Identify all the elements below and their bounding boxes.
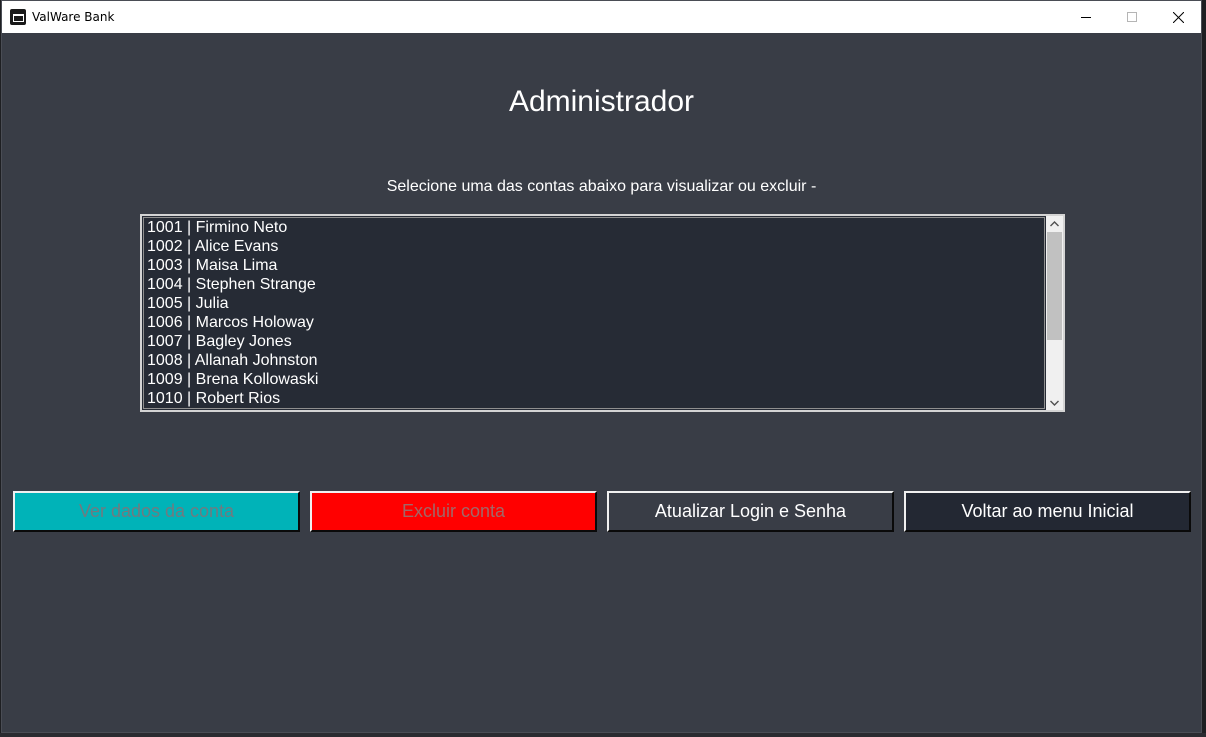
account-list-item[interactable]: 1010 | Robert Rios (144, 389, 1044, 408)
chevron-up-icon (1050, 220, 1059, 226)
accounts-listbox[interactable]: 1001 | Firmino Neto 1002 | Alice Evans 100… (140, 214, 1065, 412)
account-list-item[interactable]: 1002 | Alice Evans (144, 237, 1044, 256)
app-window: ValWare Bank Administrador Selecione uma… (1, 0, 1202, 733)
close-icon (1172, 11, 1184, 23)
account-list-item[interactable]: 1009 | Brena Kollowaski (144, 370, 1044, 389)
window-title: ValWare Bank (32, 10, 115, 24)
scroll-thumb[interactable] (1047, 232, 1062, 340)
close-button[interactable] (1155, 1, 1201, 33)
account-list-item[interactable]: 1006 | Marcos Holoway (144, 313, 1044, 332)
desktop-background (0, 733, 1206, 737)
back-to-menu-button[interactable]: Voltar ao menu Inicial (904, 491, 1191, 532)
account-list-item[interactable]: 1008 | Allanah Johnston (144, 351, 1044, 370)
delete-account-button[interactable]: Excluir conta (310, 491, 597, 532)
title-bar[interactable]: ValWare Bank (2, 1, 1201, 33)
maximize-icon (1127, 12, 1137, 22)
window-controls (1063, 1, 1201, 33)
account-list-item[interactable]: 1004 | Stephen Strange (144, 275, 1044, 294)
account-list-item[interactable]: 1005 | Julia (144, 294, 1044, 313)
scroll-down-button[interactable] (1046, 395, 1063, 410)
update-login-button[interactable]: Atualizar Login e Senha (607, 491, 894, 532)
scroll-up-button[interactable] (1046, 216, 1063, 231)
accounts-list[interactable]: 1001 | Firmino Neto 1002 | Alice Evans 100… (143, 217, 1045, 409)
minimize-button[interactable] (1063, 1, 1109, 33)
instruction-text: Selecione uma das contas abaixo para vis… (386, 178, 817, 195)
admin-panel: Administrador Selecione uma das contas a… (2, 33, 1201, 732)
view-account-button[interactable]: Ver dados da conta (13, 491, 300, 532)
bank-app-icon (10, 9, 26, 25)
minimize-icon (1081, 17, 1091, 18)
account-list-item[interactable]: 1001 | Firmino Neto (144, 218, 1044, 237)
listbox-scrollbar[interactable] (1046, 216, 1063, 410)
account-list-item[interactable]: 1003 | Maisa Lima (144, 256, 1044, 275)
account-list-item[interactable]: 1007 | Bagley Jones (144, 332, 1044, 351)
maximize-button[interactable] (1109, 1, 1155, 33)
page-title: Administrador (508, 85, 695, 118)
chevron-down-icon (1050, 400, 1059, 406)
